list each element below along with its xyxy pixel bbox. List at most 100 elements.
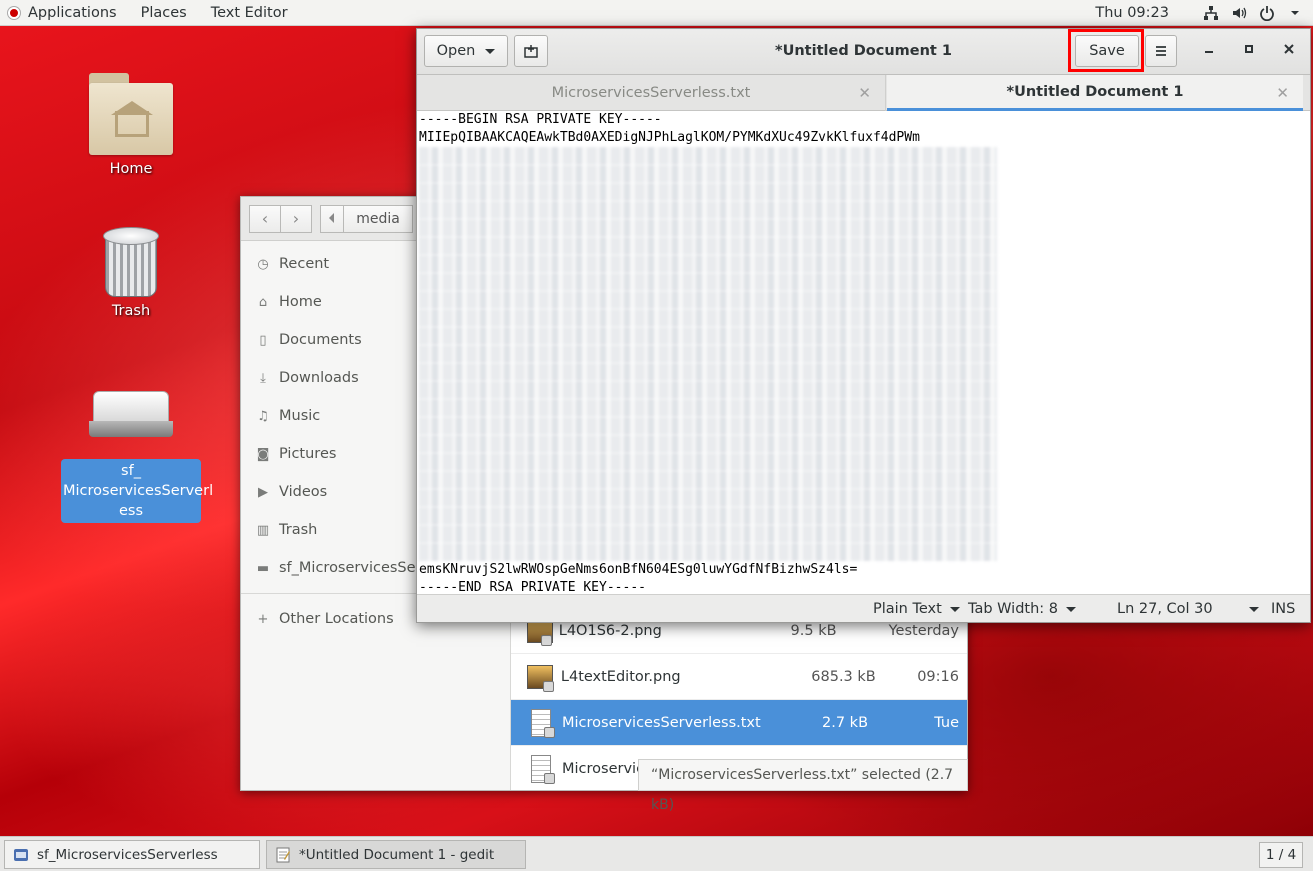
sidebar-item-label: Downloads (279, 370, 359, 386)
taskbar-item-label: sf_MicroservicesServerless (37, 846, 218, 863)
taskbar: sf_MicroservicesServerless *Untitled Doc… (0, 836, 1313, 871)
blurred-key-line (419, 165, 997, 183)
sidebar-item-label: Videos (279, 484, 328, 500)
file-size: 9.5 kB (790, 622, 837, 639)
new-tab-button[interactable] (514, 35, 548, 67)
app-menu[interactable]: Text Editor (211, 5, 288, 21)
desktop-trash-label: Trash (111, 303, 151, 319)
language-label: Plain Text (873, 601, 942, 617)
file-name: L4O1S6-2.png (558, 622, 662, 639)
blurred-key-line (419, 381, 997, 399)
save-button[interactable]: Save (1075, 35, 1139, 67)
tab-microservicesserverless[interactable]: MicroservicesServerless.txt ✕ (417, 75, 886, 111)
editor-line-last: emsKNruvjS2lwRWOspGeNms6onBfN604ESg0luwY… (419, 562, 858, 577)
desktop-drive-label: sf_ MicroservicesServerl ess (61, 459, 213, 523)
blurred-key-line (419, 327, 997, 345)
desktop-home-icon[interactable]: Home (61, 73, 201, 179)
blurred-key-line (419, 471, 997, 489)
open-button-label: Open (436, 43, 476, 59)
hamburger-menu-button[interactable] (1145, 35, 1177, 67)
file-size: 2.7 kB (822, 714, 869, 731)
desktop-trash-icon[interactable]: Trash (61, 225, 201, 321)
clock[interactable]: Thu 09:23 (1095, 5, 1169, 21)
blurred-key-line (419, 363, 997, 381)
download-icon: ⤓ (260, 370, 266, 386)
sidebar-item-label: Music (279, 408, 321, 424)
text-editor-icon (276, 847, 290, 862)
forward-button[interactable]: › (280, 205, 312, 233)
chevron-down-icon (485, 48, 496, 54)
chevron-right-icon: › (292, 209, 300, 228)
header-bar: *Untitled Document 1 Open Save (417, 29, 1310, 75)
list-item-selected[interactable]: MicroservicesServerless.txt 2.7 kB Tue (511, 700, 967, 746)
blurred-key-line (419, 147, 997, 165)
blurred-key-line (419, 237, 997, 255)
open-button[interactable]: Open (424, 35, 508, 67)
drive-icon (89, 391, 173, 441)
tab-width-selector[interactable]: Tab Width: 8 (968, 595, 1077, 622)
blurred-key-line (419, 525, 997, 543)
maximize-icon (1245, 45, 1253, 53)
path-media-button[interactable]: media (343, 205, 413, 233)
camera-icon: ◙ (256, 446, 270, 462)
file-name: L4textEditor.png (560, 668, 681, 685)
desktop-drive-icon[interactable]: sf_ MicroservicesServerl ess (61, 385, 213, 523)
clock-icon: ◷ (257, 256, 269, 272)
lock-icon (544, 772, 555, 784)
blurred-key-line (419, 489, 997, 507)
close-icon[interactable]: ✕ (858, 84, 871, 102)
text-file-icon (525, 754, 555, 784)
sidebar-item-label: Other Locations (279, 611, 394, 627)
cursor-position-selector[interactable]: Ln 27, Col 30 (1117, 595, 1259, 622)
blurred-key-line (419, 345, 997, 363)
text-file-icon (525, 708, 555, 738)
blurred-key-line (419, 399, 997, 417)
triangle-left-icon (329, 213, 334, 223)
trash-icon: ▥ (256, 522, 270, 538)
hamburger-icon (1156, 46, 1166, 56)
chevron-down-icon[interactable] (1287, 5, 1303, 21)
sidebar-item-label: Documents (279, 332, 362, 348)
blurred-key-line (419, 417, 997, 435)
home-folder-icon (89, 73, 173, 155)
workspace-pager[interactable]: 1 / 4 (1259, 842, 1303, 868)
applications-logo-icon (8, 6, 20, 19)
lock-icon (544, 726, 555, 738)
network-icon[interactable] (1203, 5, 1219, 21)
sidebar-item-label: Pictures (279, 446, 337, 462)
status-bar: Plain Text Tab Width: 8 Ln 27, Col 30 IN… (417, 594, 1310, 622)
tab-label: *Untitled Document 1 (1006, 83, 1184, 100)
lock-icon (542, 680, 554, 692)
applications-menu[interactable]: Applications (28, 5, 117, 21)
volume-icon[interactable] (1231, 5, 1247, 21)
sidebar-item-label: Home (279, 294, 322, 310)
minimize-button[interactable] (1197, 39, 1221, 63)
insert-mode-indicator[interactable]: INS (1271, 595, 1295, 622)
taskbar-item-file-manager[interactable]: sf_MicroservicesServerless (4, 840, 260, 869)
list-item[interactable]: L4textEditor.png 685.3 kB 09:16 (511, 654, 967, 700)
blurred-key-content (419, 147, 1310, 561)
language-selector[interactable]: Plain Text (873, 595, 960, 622)
video-icon: ▶ (258, 484, 268, 500)
sidebar-item-label: Recent (279, 256, 330, 272)
taskbar-item-gedit[interactable]: *Untitled Document 1 - gedit (266, 840, 526, 869)
power-icon[interactable] (1259, 5, 1275, 22)
document-tabs: MicroservicesServerless.txt ✕ *Untitled … (417, 75, 1310, 111)
close-icon[interactable]: ✕ (1276, 84, 1289, 102)
lock-icon (540, 634, 552, 646)
blurred-key-line (419, 255, 997, 273)
blurred-key-line (419, 453, 997, 471)
close-icon (1284, 44, 1294, 54)
back-button[interactable]: ‹ (249, 205, 281, 233)
close-button[interactable] (1277, 39, 1301, 63)
maximize-button[interactable] (1237, 39, 1261, 63)
tab-untitled-document[interactable]: *Untitled Document 1 ✕ (887, 75, 1303, 111)
path-scroll-left-button[interactable] (320, 205, 344, 233)
places-menu[interactable]: Places (141, 5, 187, 21)
text-editor-area[interactable]: -----BEGIN RSA PRIVATE KEY----- MIIEpQIB… (417, 111, 1310, 597)
home-icon: ⌂ (258, 294, 268, 310)
blurred-key-line (419, 219, 997, 237)
file-date: Yesterday (888, 622, 959, 639)
tab-label: MicroservicesServerless.txt (551, 85, 751, 101)
trash-icon (101, 225, 161, 297)
